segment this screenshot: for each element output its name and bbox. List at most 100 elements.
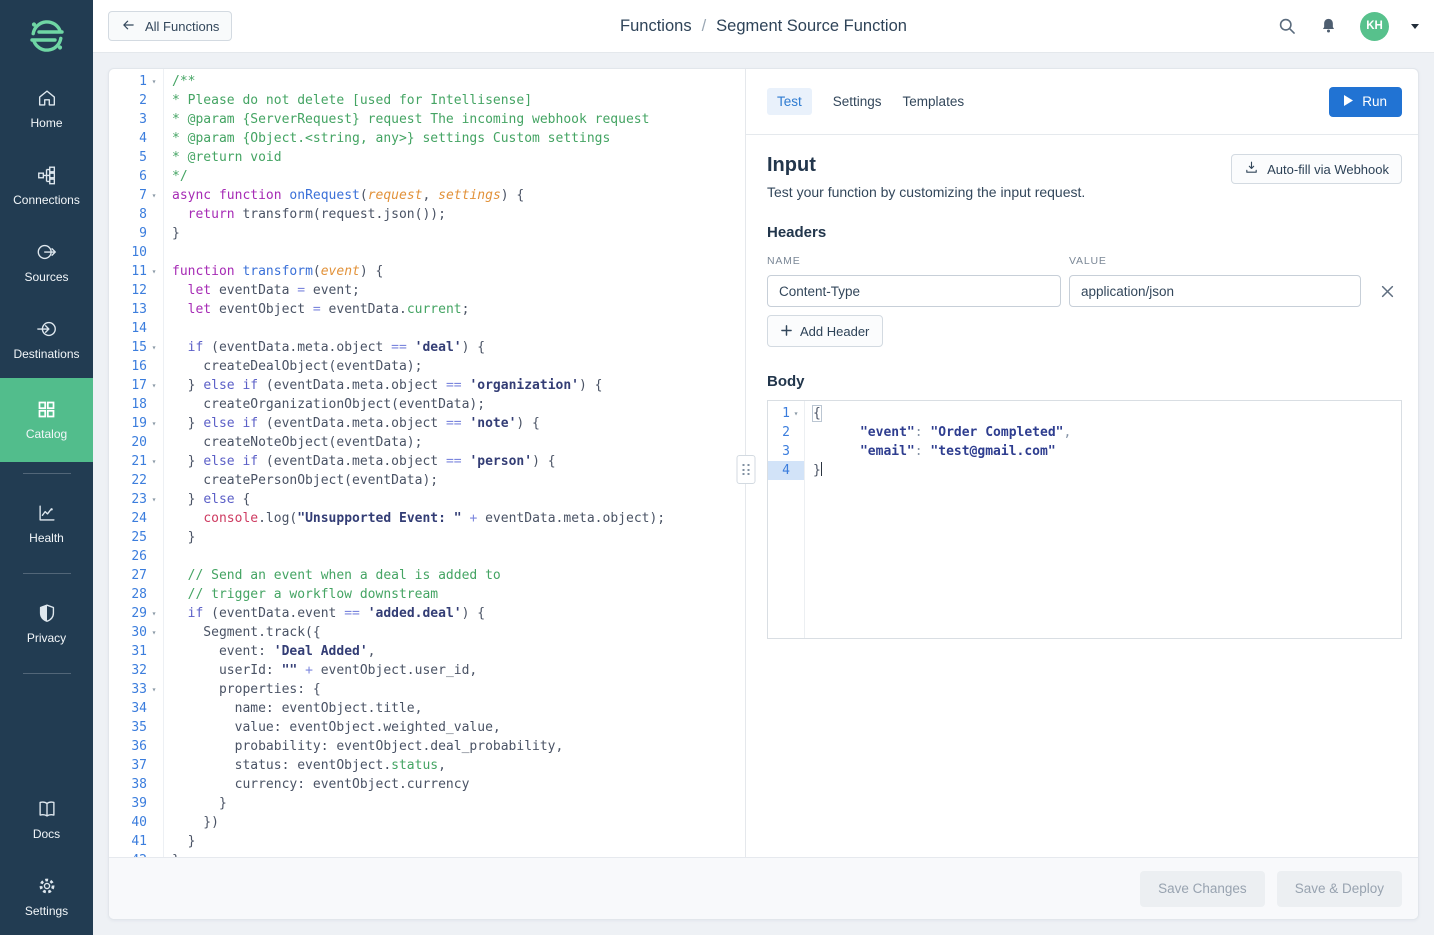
- code-line[interactable]: 41 }: [109, 832, 745, 851]
- notifications-bell-icon[interactable]: [1319, 16, 1338, 36]
- code-fold-icon[interactable]: ▾: [147, 452, 161, 471]
- tab-templates[interactable]: Templates: [903, 94, 965, 109]
- code-line[interactable]: 21▾ } else if (eventData.meta.object == …: [109, 452, 745, 471]
- code-line[interactable]: 9}: [109, 224, 745, 243]
- code-line[interactable]: 37 status: eventObject.status,: [109, 756, 745, 775]
- code-line[interactable]: 33▾ properties: {: [109, 680, 745, 699]
- line-number: 15: [109, 338, 147, 357]
- line-number: 28: [109, 585, 147, 604]
- save-deploy-button[interactable]: Save & Deploy: [1277, 871, 1402, 907]
- code-fold-icon[interactable]: ▾: [147, 414, 161, 433]
- line-number: 19: [109, 414, 147, 433]
- code-line[interactable]: 4}: [768, 461, 1401, 480]
- code-fold-icon[interactable]: ▾: [147, 604, 161, 623]
- gear-icon: [36, 875, 58, 897]
- header-value-input[interactable]: [1069, 275, 1361, 307]
- code-line[interactable]: 31 event: 'Deal Added',: [109, 642, 745, 661]
- user-avatar[interactable]: KH: [1360, 12, 1389, 41]
- panel-resize-handle[interactable]: [737, 455, 756, 484]
- code-line[interactable]: 11▾function transform(event) {: [109, 262, 745, 281]
- code-fold-icon[interactable]: ▾: [147, 186, 161, 205]
- request-body-editor[interactable]: 1▾{2 "event": "Order Completed",3 "email…: [767, 400, 1402, 639]
- source-code-editor[interactable]: 1▾/**2* Please do not delete [used for I…: [109, 69, 746, 857]
- code-line[interactable]: 30▾ Segment.track({: [109, 623, 745, 642]
- code-line[interactable]: 20 createNoteObject(eventData);: [109, 433, 745, 452]
- code-line[interactable]: 35 value: eventObject.weighted_value,: [109, 718, 745, 737]
- autofill-webhook-button[interactable]: Auto-fill via Webhook: [1231, 154, 1402, 184]
- save-changes-button[interactable]: Save Changes: [1140, 871, 1265, 907]
- code-fold-icon[interactable]: ▾: [147, 376, 161, 395]
- code-line[interactable]: 2 "event": "Order Completed",: [768, 423, 1401, 442]
- code-line[interactable]: 3 "email": "test@gmail.com": [768, 442, 1401, 461]
- sidebar-item-health[interactable]: Health: [0, 485, 93, 562]
- run-button[interactable]: Run: [1329, 87, 1402, 117]
- remove-header-button[interactable]: [1379, 283, 1396, 300]
- gutter: 19▾: [109, 414, 163, 433]
- line-number: 14: [109, 319, 147, 338]
- code-line[interactable]: 36 probability: eventObject.deal_probabi…: [109, 737, 745, 756]
- code-line[interactable]: 23▾ } else {: [109, 490, 745, 509]
- code-line[interactable]: 14: [109, 319, 745, 338]
- card-footer: Save Changes Save & Deploy: [109, 857, 1418, 919]
- code-fold-icon[interactable]: ▾: [147, 623, 161, 642]
- sidebar-item-connections[interactable]: Connections: [0, 147, 93, 224]
- tab-test[interactable]: Test: [767, 88, 812, 115]
- code-fold-icon[interactable]: ▾: [790, 404, 802, 423]
- code-line[interactable]: 34 name: eventObject.title,: [109, 699, 745, 718]
- code-line[interactable]: 13 let eventObject = eventData.current;: [109, 300, 745, 319]
- code-line[interactable]: 38 currency: eventObject.currency: [109, 775, 745, 794]
- breadcrumb-section[interactable]: Functions: [620, 17, 692, 36]
- code-line[interactable]: 19▾ } else if (eventData.meta.object == …: [109, 414, 745, 433]
- code-fold-icon[interactable]: ▾: [147, 338, 161, 357]
- code-line[interactable]: 5* @return void: [109, 148, 745, 167]
- code-line[interactable]: 22 createPersonObject(eventData);: [109, 471, 745, 490]
- header-name-input[interactable]: [767, 275, 1061, 307]
- code-line[interactable]: 3* @param {ServerRequest} request The in…: [109, 110, 745, 129]
- line-number: 12: [109, 281, 147, 300]
- sidebar-item-home[interactable]: Home: [0, 70, 93, 147]
- sidebar-item-destinations[interactable]: Destinations: [0, 301, 93, 378]
- code-line[interactable]: 40 }): [109, 813, 745, 832]
- sidebar-item-sources[interactable]: Sources: [0, 224, 93, 301]
- search-icon[interactable]: [1277, 16, 1297, 36]
- code-line[interactable]: 26: [109, 547, 745, 566]
- sidebar-item-catalog[interactable]: Catalog: [0, 378, 93, 462]
- code-line[interactable]: 4* @param {Object.<string, any>} setting…: [109, 129, 745, 148]
- gutter: 40: [109, 813, 163, 832]
- code-line[interactable]: 25 }: [109, 528, 745, 547]
- code-line[interactable]: 42}: [109, 851, 745, 857]
- tab-settings[interactable]: Settings: [833, 94, 882, 109]
- code-fold-icon[interactable]: ▾: [147, 262, 161, 281]
- code-line[interactable]: 28 // trigger a workflow downstream: [109, 585, 745, 604]
- chevron-down-icon[interactable]: [1411, 24, 1419, 29]
- line-number: 31: [109, 642, 147, 661]
- code-line[interactable]: 16 createDealObject(eventData);: [109, 357, 745, 376]
- add-header-button[interactable]: Add Header: [767, 315, 883, 347]
- code-fold-icon[interactable]: ▾: [147, 680, 161, 699]
- code-line[interactable]: 8 return transform(request.json());: [109, 205, 745, 224]
- code-line[interactable]: 29▾ if (eventData.event == 'added.deal')…: [109, 604, 745, 623]
- sidebar-item-settings[interactable]: Settings: [0, 858, 93, 935]
- function-editor-card: 1▾/**2* Please do not delete [used for I…: [108, 68, 1419, 920]
- code-line[interactable]: 6*/: [109, 167, 745, 186]
- code-line[interactable]: 10: [109, 243, 745, 262]
- code-fold-icon[interactable]: ▾: [147, 72, 161, 91]
- code-line[interactable]: 24 console.log("Unsupported Event: " + e…: [109, 509, 745, 528]
- all-functions-back-button[interactable]: All Functions: [108, 11, 232, 41]
- code-line[interactable]: 18 createOrganizationObject(eventData);: [109, 395, 745, 414]
- code-line[interactable]: 15▾ if (eventData.meta.object == 'deal')…: [109, 338, 745, 357]
- code-line[interactable]: 39 }: [109, 794, 745, 813]
- sidebar-item-privacy[interactable]: Privacy: [0, 585, 93, 662]
- code-line[interactable]: 7▾async function onRequest(request, sett…: [109, 186, 745, 205]
- code-line[interactable]: 2* Please do not delete [used for Intell…: [109, 91, 745, 110]
- code-line[interactable]: 1▾{: [768, 404, 1401, 423]
- code-line[interactable]: 32 userId: "" + eventObject.user_id,: [109, 661, 745, 680]
- code-line[interactable]: 17▾ } else if (eventData.meta.object == …: [109, 376, 745, 395]
- segment-logo-icon[interactable]: [23, 12, 71, 60]
- code-line[interactable]: 27 // Send an event when a deal is added…: [109, 566, 745, 585]
- code-line[interactable]: 1▾/**: [109, 72, 745, 91]
- health-chart-icon: [36, 502, 58, 524]
- code-fold-icon[interactable]: ▾: [147, 490, 161, 509]
- code-line[interactable]: 12 let eventData = event;: [109, 281, 745, 300]
- sidebar-item-docs[interactable]: Docs: [0, 781, 93, 858]
